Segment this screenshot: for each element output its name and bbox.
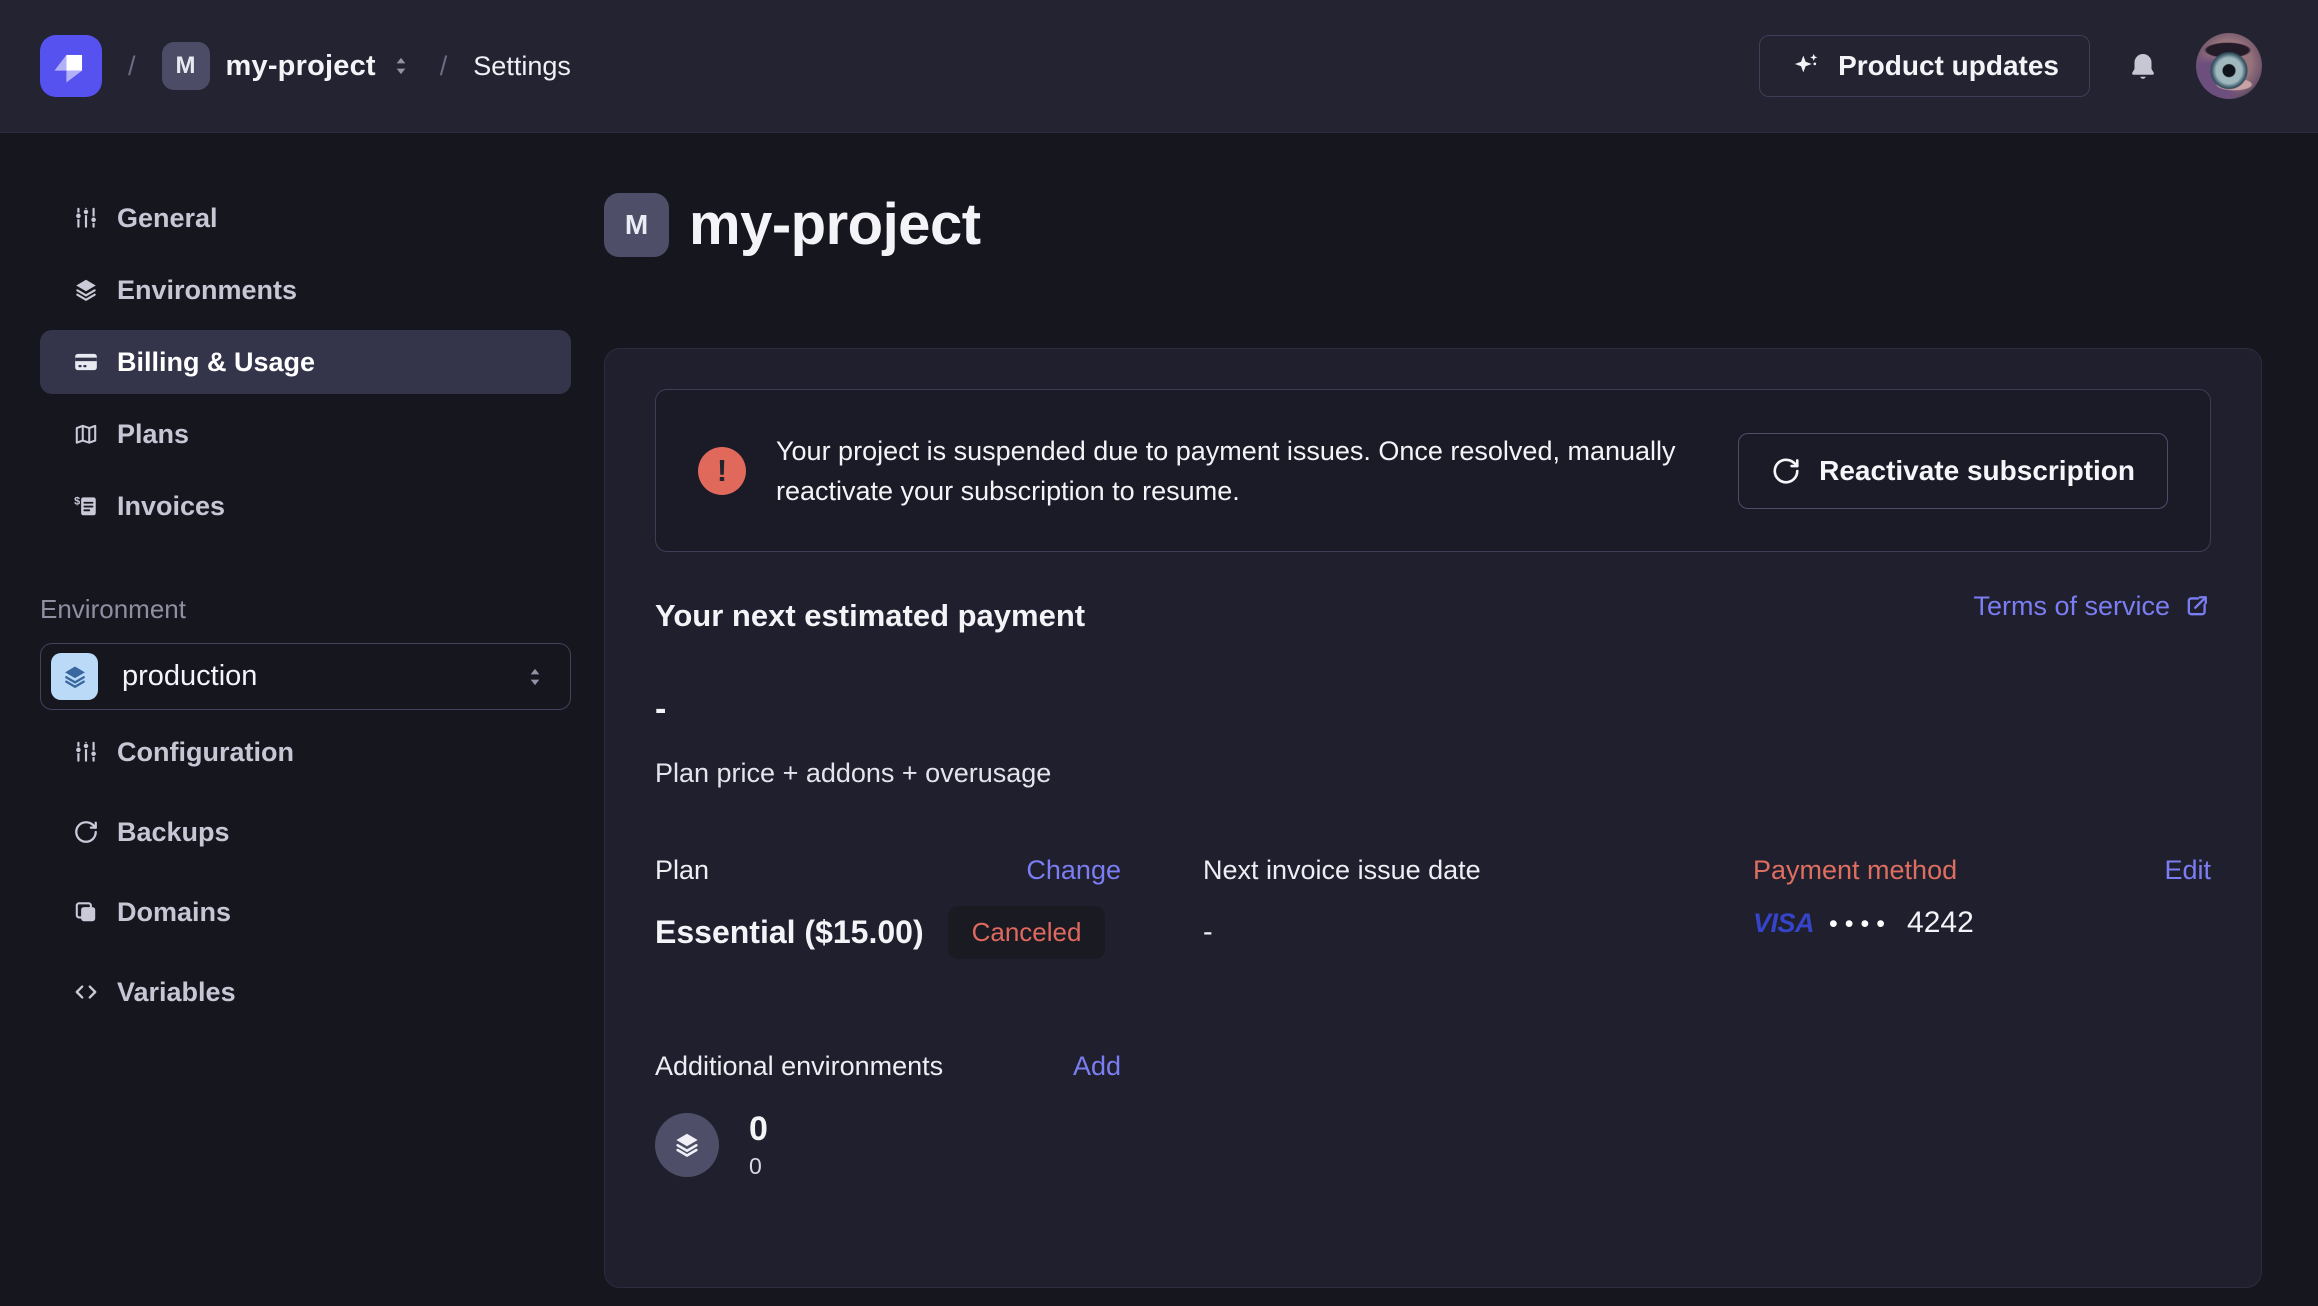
payment-method-label: Payment method [1753, 855, 1957, 886]
project-avatar-badge: M [604, 193, 669, 257]
sidebar-item-label: Variables [117, 977, 236, 1008]
sliders-icon [73, 739, 99, 765]
page-title: my-project [689, 191, 981, 258]
sidebar-item-domains[interactable]: Domains [40, 880, 571, 944]
card-last4: 4242 [1907, 906, 1974, 940]
svg-text:$: $ [74, 495, 80, 507]
canceled-status-badge: Canceled [948, 906, 1106, 959]
project-initial-badge: M [162, 42, 210, 90]
breadcrumb-section[interactable]: Settings [473, 51, 571, 82]
environment-select[interactable]: production [40, 643, 571, 710]
payment-heading: Your next estimated payment [655, 598, 1085, 634]
sidebar-item-label: Plans [117, 419, 189, 450]
invoice-date-column: Next invoice issue date - [1203, 855, 1623, 959]
additional-environments-label: Additional environments [655, 1051, 943, 1082]
environments-count: 0 [749, 1112, 768, 1146]
additional-environments-section: Additional environments Add 0 0 [655, 1051, 2211, 1178]
plan-label: Plan [655, 855, 709, 886]
project-switcher-icon[interactable] [388, 53, 414, 79]
environment-select-chevrons-icon [522, 664, 548, 690]
rotate-icon [73, 819, 99, 845]
app-logo[interactable] [40, 35, 102, 97]
sidebar-item-backups[interactable]: Backups [40, 800, 571, 864]
alert-message: Your project is suspended due to payment… [776, 431, 1736, 511]
reactivate-subscription-button[interactable]: Reactivate subscription [1738, 433, 2168, 509]
invoice-icon: $ [73, 493, 99, 519]
notifications-bell-icon[interactable] [2126, 49, 2160, 83]
visa-logo: VISA [1753, 908, 1814, 939]
sidebar-item-general[interactable]: General [40, 186, 571, 250]
sliders-icon [73, 205, 99, 231]
breadcrumb-separator: / [440, 51, 448, 82]
sparkles-icon [1790, 50, 1822, 82]
product-updates-button[interactable]: Product updates [1759, 35, 2090, 97]
sidebar-item-label: Backups [117, 817, 230, 848]
reactivate-subscription-label: Reactivate subscription [1819, 455, 2135, 487]
credit-card-icon [73, 349, 99, 375]
sidebar-item-label: Environments [117, 275, 297, 306]
sidebar-item-label: Invoices [117, 491, 225, 522]
layers-icon [73, 277, 99, 303]
sidebar-item-label: Domains [117, 897, 231, 928]
user-avatar[interactable] [2196, 33, 2262, 99]
environment-section-label: Environment [40, 594, 571, 625]
environment-select-value: production [122, 660, 257, 693]
terms-of-service-link[interactable]: Terms of service [1973, 591, 2211, 622]
edit-payment-method-link[interactable]: Edit [2164, 855, 2211, 886]
change-plan-link[interactable]: Change [1026, 855, 1121, 886]
alert-exclamation-icon: ! [698, 447, 746, 495]
card-number-dots: •••• [1829, 910, 1892, 939]
product-updates-label: Product updates [1838, 50, 2059, 82]
code-icon [73, 979, 99, 1005]
sidebar-item-plans[interactable]: Plans [40, 402, 571, 466]
top-bar: / M my-project / Settings Product update… [0, 0, 2318, 133]
breadcrumb-separator: / [128, 51, 136, 82]
sidebar-item-environments[interactable]: Environments [40, 258, 571, 322]
sidebar-item-label: Configuration [117, 737, 294, 768]
stack-icon [73, 899, 99, 925]
sidebar-item-configuration[interactable]: Configuration [40, 720, 571, 784]
estimated-amount: - [655, 692, 2211, 726]
app-logo-icon [48, 43, 94, 89]
environments-layers-icon [655, 1113, 719, 1177]
environments-subcount: 0 [749, 1155, 768, 1178]
sidebar-item-billing-usage[interactable]: Billing & Usage [40, 330, 571, 394]
sidebar-item-invoices[interactable]: $ Invoices [40, 474, 571, 538]
sidebar-item-variables[interactable]: Variables [40, 960, 571, 1024]
sidebar-item-label: General [117, 203, 218, 234]
invoice-date-label: Next invoice issue date [1203, 855, 1481, 886]
sidebar-item-label: Billing & Usage [117, 347, 315, 378]
payment-method-column: Payment method Edit VISA •••• 4242 [1753, 855, 2211, 959]
plan-column: Plan Change Essential ($15.00) Canceled [655, 855, 1121, 959]
map-icon [73, 421, 99, 447]
invoice-date-value: - [1203, 916, 1623, 949]
suspension-alert-banner: ! Your project is suspended due to payme… [655, 389, 2211, 552]
external-link-icon [2183, 592, 2211, 620]
plan-value: Essential ($15.00) [655, 914, 924, 951]
settings-sidebar: General Environments Bill [0, 133, 604, 1306]
main-content: M my-project ! Your project is suspended… [604, 133, 2318, 1306]
billing-card: ! Your project is suspended due to payme… [604, 348, 2262, 1288]
add-environment-link[interactable]: Add [1073, 1051, 1121, 1082]
rotate-icon [1771, 456, 1801, 486]
environment-layers-icon [51, 653, 98, 700]
breadcrumb-project[interactable]: my-project [226, 50, 376, 83]
amount-formula: Plan price + addons + overusage [655, 758, 2211, 789]
